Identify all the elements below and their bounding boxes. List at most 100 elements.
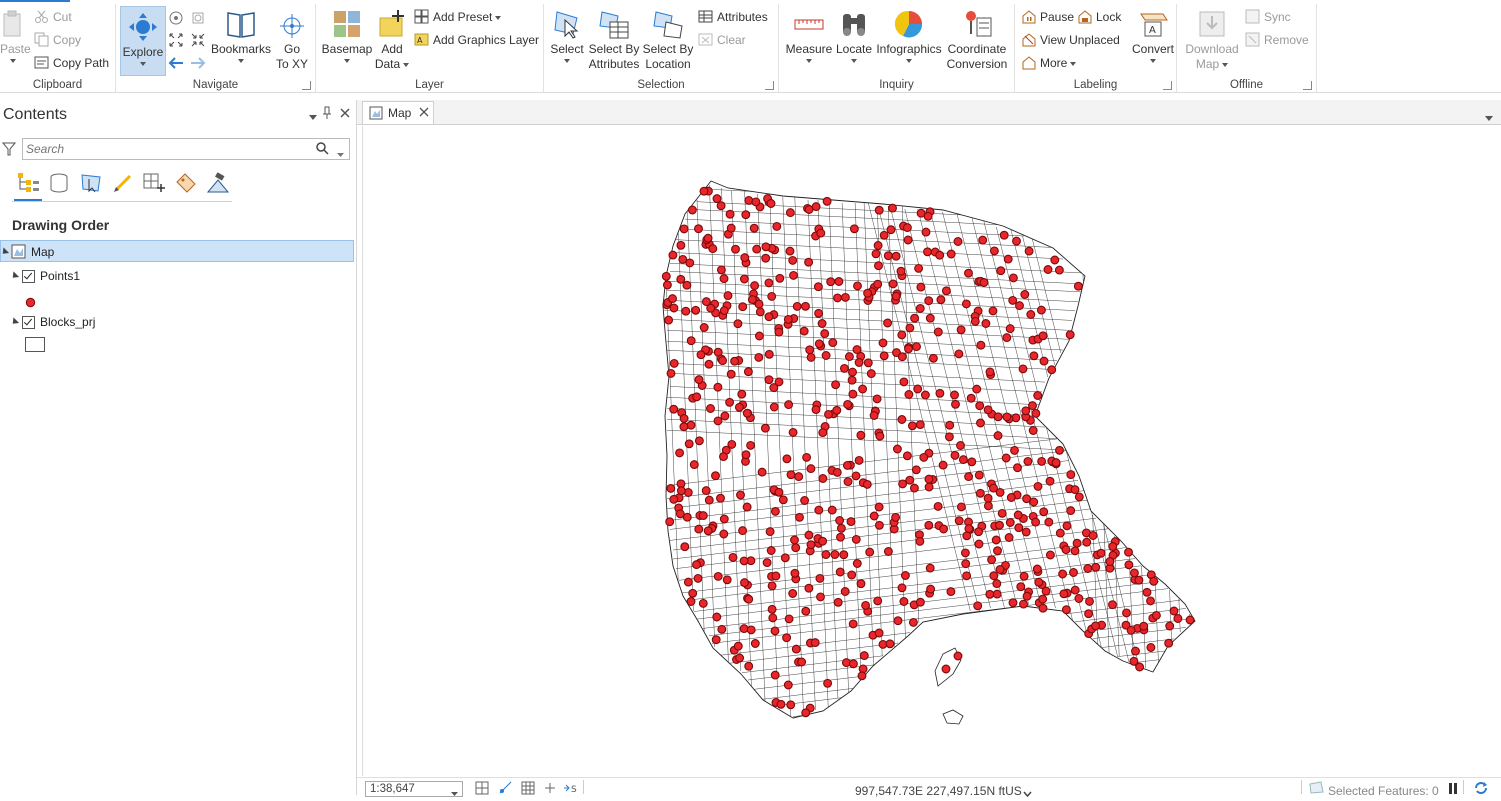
cut-button[interactable]: Cut: [34, 8, 72, 26]
list-by-snapping-icon[interactable]: [142, 172, 166, 197]
point-feature[interactable]: [814, 339, 824, 349]
point-feature[interactable]: [817, 319, 827, 328]
point-feature[interactable]: [699, 186, 709, 196]
point-feature[interactable]: [791, 644, 801, 654]
point-feature[interactable]: [696, 350, 706, 360]
point-feature[interactable]: [767, 581, 777, 591]
point-feature[interactable]: [668, 250, 678, 260]
point-feature[interactable]: [852, 345, 862, 355]
point-feature[interactable]: [716, 201, 726, 211]
tree-item-blocks-prj[interactable]: Blocks_prj: [0, 311, 354, 333]
blocks-prj-symbol[interactable]: [0, 334, 354, 356]
point-feature[interactable]: [1146, 596, 1155, 606]
point-feature[interactable]: [1039, 356, 1049, 366]
point-feature[interactable]: [936, 295, 946, 305]
point-feature[interactable]: [821, 550, 831, 560]
point-feature[interactable]: [933, 501, 943, 511]
point-feature[interactable]: [749, 223, 759, 233]
point-feature[interactable]: [897, 415, 907, 424]
point-feature[interactable]: [883, 318, 893, 328]
point-feature[interactable]: [1139, 621, 1149, 631]
list-by-selection-icon[interactable]: [80, 172, 102, 197]
point-feature[interactable]: [907, 421, 917, 431]
point-feature[interactable]: [915, 420, 925, 430]
point-feature[interactable]: [964, 268, 973, 278]
point-feature[interactable]: [746, 625, 756, 635]
point-feature[interactable]: [854, 455, 864, 465]
point-feature[interactable]: [933, 327, 943, 337]
point-feature[interactable]: [774, 327, 784, 337]
point-feature[interactable]: [950, 390, 959, 400]
point-feature[interactable]: [979, 278, 989, 287]
point-feature[interactable]: [823, 678, 833, 688]
selection-launcher-icon[interactable]: [765, 81, 774, 90]
point-feature[interactable]: [897, 352, 907, 362]
point-feature[interactable]: [874, 205, 884, 215]
point-feature[interactable]: [956, 325, 966, 335]
point-feature[interactable]: [762, 558, 772, 568]
fixed-zoom-out-icon[interactable]: [190, 32, 206, 51]
point-feature[interactable]: [703, 233, 713, 243]
point-feature[interactable]: [1047, 365, 1057, 375]
point-feature[interactable]: [821, 351, 831, 360]
select-by-location-button[interactable]: Select By Location: [642, 8, 694, 72]
point-feature[interactable]: [893, 616, 903, 626]
point-feature[interactable]: [964, 524, 974, 534]
point-feature[interactable]: [816, 228, 826, 238]
point-feature[interactable]: [983, 501, 993, 511]
point-feature[interactable]: [1164, 638, 1174, 648]
bookmarks-button[interactable]: Bookmarks: [210, 8, 272, 63]
point-feature[interactable]: [824, 409, 833, 419]
point-feature[interactable]: [848, 619, 858, 629]
close-pane-icon[interactable]: [340, 107, 350, 121]
point-feature[interactable]: [869, 411, 879, 420]
point-feature[interactable]: [719, 514, 729, 524]
point-feature[interactable]: [899, 597, 909, 606]
point-feature[interactable]: [856, 430, 866, 440]
point-feature[interactable]: [1041, 586, 1051, 596]
point-feature[interactable]: [956, 502, 966, 512]
point-feature[interactable]: [788, 427, 798, 437]
point-feature[interactable]: [935, 250, 945, 260]
point-feature[interactable]: [1069, 568, 1078, 577]
point-feature[interactable]: [767, 291, 777, 301]
point-feature[interactable]: [863, 358, 873, 368]
point-feature[interactable]: [1105, 557, 1115, 566]
point-feature[interactable]: [1059, 589, 1069, 599]
point-feature[interactable]: [983, 405, 993, 415]
point-feature[interactable]: [1091, 621, 1100, 631]
point-feature[interactable]: [1074, 492, 1084, 502]
point-feature[interactable]: [991, 535, 1001, 545]
point-feature[interactable]: [953, 651, 963, 661]
point-feature[interactable]: [669, 358, 679, 368]
point-feature[interactable]: [1065, 330, 1075, 340]
point-feature[interactable]: [875, 431, 885, 441]
point-feature[interactable]: [694, 524, 704, 534]
point-feature[interactable]: [874, 502, 884, 512]
point-feature[interactable]: [1008, 598, 1018, 608]
point-feature[interactable]: [853, 281, 862, 291]
point-feature[interactable]: [1045, 550, 1055, 560]
point-feature[interactable]: [687, 205, 697, 215]
point-feature[interactable]: [908, 617, 918, 627]
point-feature[interactable]: [925, 563, 935, 573]
point-feature[interactable]: [1033, 481, 1043, 491]
point-feature[interactable]: [834, 277, 844, 286]
point-feature[interactable]: [728, 552, 738, 562]
point-feature[interactable]: [924, 474, 934, 484]
point-feature[interactable]: [1058, 569, 1068, 579]
point-feature[interactable]: [916, 208, 926, 218]
point-feature[interactable]: [1072, 538, 1082, 548]
point-feature[interactable]: [814, 308, 824, 318]
point-feature[interactable]: [1024, 246, 1034, 256]
point-feature[interactable]: [1173, 614, 1183, 623]
point-feature[interactable]: [966, 393, 976, 403]
point-feature[interactable]: [846, 517, 856, 527]
point-feature[interactable]: [744, 594, 754, 604]
point-feature[interactable]: [681, 306, 691, 316]
point-feature[interactable]: [847, 375, 857, 385]
point-feature[interactable]: [953, 237, 963, 246]
paste-button[interactable]: Paste: [0, 8, 31, 63]
point-feature[interactable]: [866, 369, 876, 379]
point-feature[interactable]: [768, 613, 778, 623]
